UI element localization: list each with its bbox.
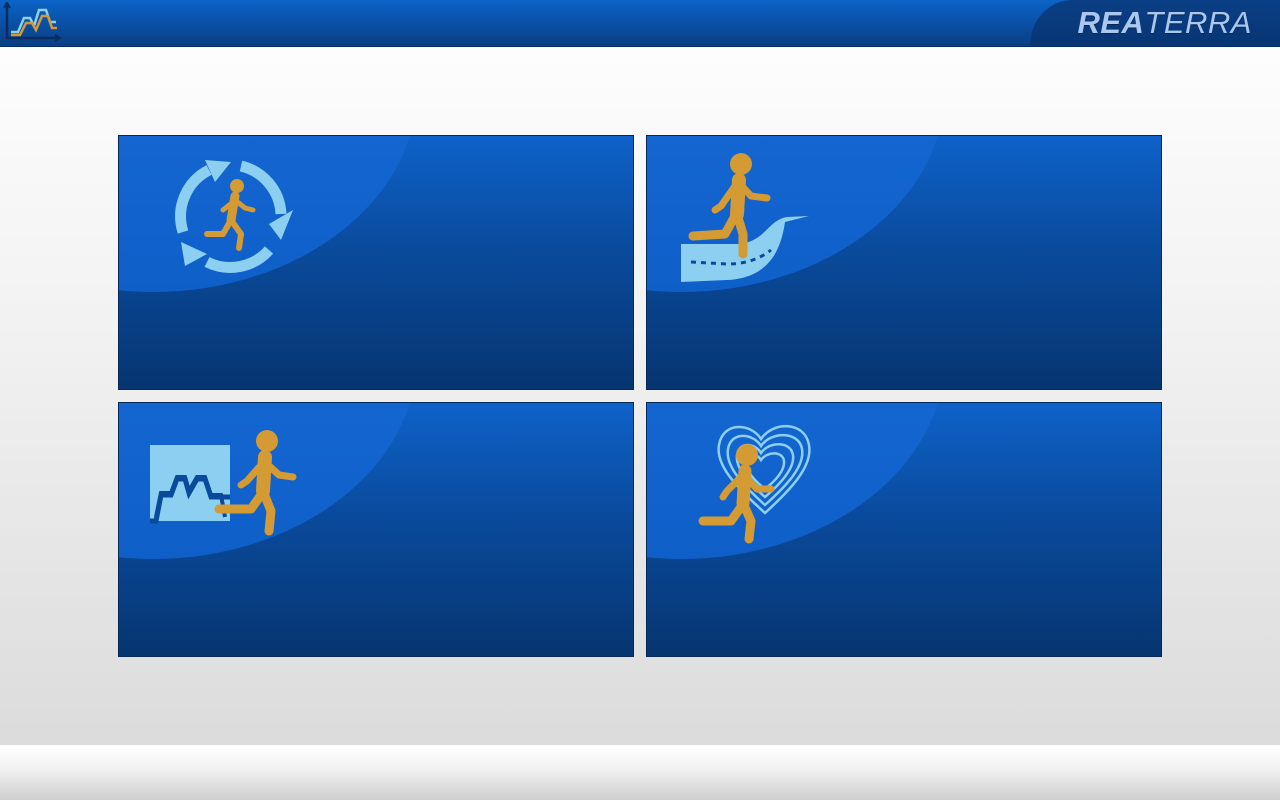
menu-tile-4[interactable] bbox=[646, 402, 1162, 657]
chart-line-icon[interactable] bbox=[2, 2, 62, 44]
brand-logo-light: TERRA bbox=[1144, 5, 1252, 40]
brand-logo: REATERRA bbox=[1077, 6, 1252, 40]
brand-tab: REATERRA bbox=[1030, 0, 1280, 46]
brand-logo-bold: REA bbox=[1077, 5, 1145, 40]
runner-with-profile-chart-icon bbox=[150, 430, 297, 536]
menu-tile-2[interactable] bbox=[646, 135, 1162, 390]
runner-on-track-icon bbox=[681, 153, 809, 282]
repeat-cycle-runner-icon bbox=[175, 160, 293, 273]
runner-with-heart-icon bbox=[698, 424, 811, 544]
bottom-bar bbox=[0, 745, 1280, 800]
header-bar: REATERRA bbox=[0, 0, 1280, 47]
menu-tile-3[interactable] bbox=[118, 402, 634, 657]
menu-tile-1[interactable] bbox=[118, 135, 634, 390]
